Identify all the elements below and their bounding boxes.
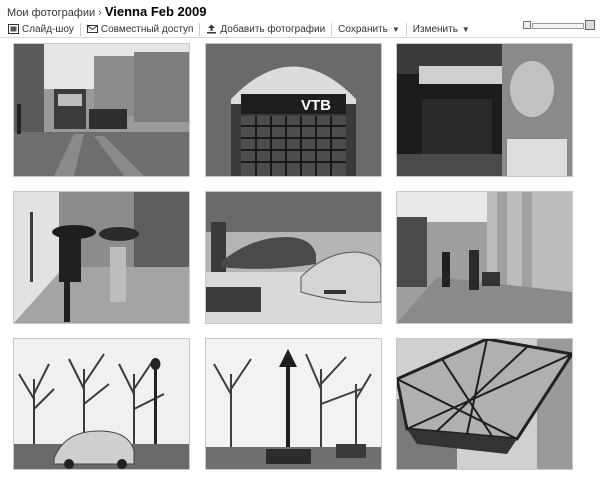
photo-thumbnail-cinema-poster[interactable] — [396, 43, 573, 177]
slideshow-label: Слайд-шоу — [22, 23, 74, 35]
add-photos-button[interactable]: Добавить фотографии — [206, 24, 325, 35]
photo-thumbnail-rainy-sidewalk[interactable] — [396, 191, 573, 324]
breadcrumb-my-photos[interactable]: Мои фотографии — [7, 7, 95, 19]
rainy-sidewalk-photo — [397, 192, 572, 323]
slider-track[interactable] — [532, 23, 584, 29]
thumbnail-size-slider[interactable] — [523, 20, 595, 30]
tram-street-photo — [14, 44, 189, 176]
small-thumbnail-icon — [523, 21, 531, 29]
photo-thumbnail-tram-street[interactable] — [13, 43, 190, 177]
vtb-bank-photo: VTB — [206, 44, 381, 176]
photo-thumbnail-street-lamp-trees[interactable] — [205, 338, 382, 470]
share-label: Совместный доступ — [100, 23, 194, 35]
edit-menu-button[interactable]: Изменить ▼ — [413, 24, 470, 35]
edit-label: Изменить — [412, 23, 458, 35]
photo-thumbnail-umbrella-pedestrians[interactable] — [13, 191, 190, 324]
album-title: Vienna Feb 2009 — [104, 4, 207, 19]
photo-thumbnail-bare-trees-car[interactable] — [13, 338, 190, 470]
envelope-icon — [86, 24, 98, 34]
bare-trees-car-photo — [14, 339, 189, 469]
save-menu-button[interactable]: Сохранить ▼ — [338, 24, 400, 35]
chevron-down-icon: ▼ — [461, 24, 470, 34]
toolbar-divider — [199, 22, 201, 36]
car-showroom-photo — [206, 192, 381, 323]
breadcrumb-separator: › — [98, 7, 102, 19]
page-header: Мои фотографии › Vienna Feb 2009 — [7, 4, 207, 19]
toolbar-divider-line — [0, 37, 600, 38]
toolbar-divider — [79, 22, 81, 36]
album-toolbar: Слайд-шоу Совместный доступ Добавить фот… — [8, 22, 470, 36]
chevron-down-icon: ▼ — [391, 24, 400, 34]
svg-text:VTB: VTB — [301, 97, 331, 114]
photo-thumbnail-glass-canopy[interactable] — [396, 338, 573, 470]
toolbar-divider — [331, 22, 333, 36]
save-label: Сохранить — [338, 23, 388, 35]
photo-thumbnail-car-showroom[interactable] — [205, 191, 382, 324]
photo-thumbnail-vtb-bank[interactable]: VTB — [205, 43, 382, 177]
slideshow-icon — [8, 24, 19, 34]
street-lamp-trees-photo — [206, 339, 381, 469]
umbrella-pedestrians-photo — [14, 192, 189, 323]
slideshow-button[interactable]: Слайд-шоу — [8, 24, 74, 35]
share-button[interactable]: Совместный доступ — [86, 23, 194, 35]
toolbar-divider — [405, 22, 407, 36]
add-photos-label: Добавить фотографии — [220, 23, 326, 35]
upload-icon — [206, 24, 217, 34]
large-thumbnail-icon — [585, 20, 595, 30]
glass-canopy-photo — [397, 339, 572, 469]
cinema-poster-photo — [397, 44, 572, 176]
